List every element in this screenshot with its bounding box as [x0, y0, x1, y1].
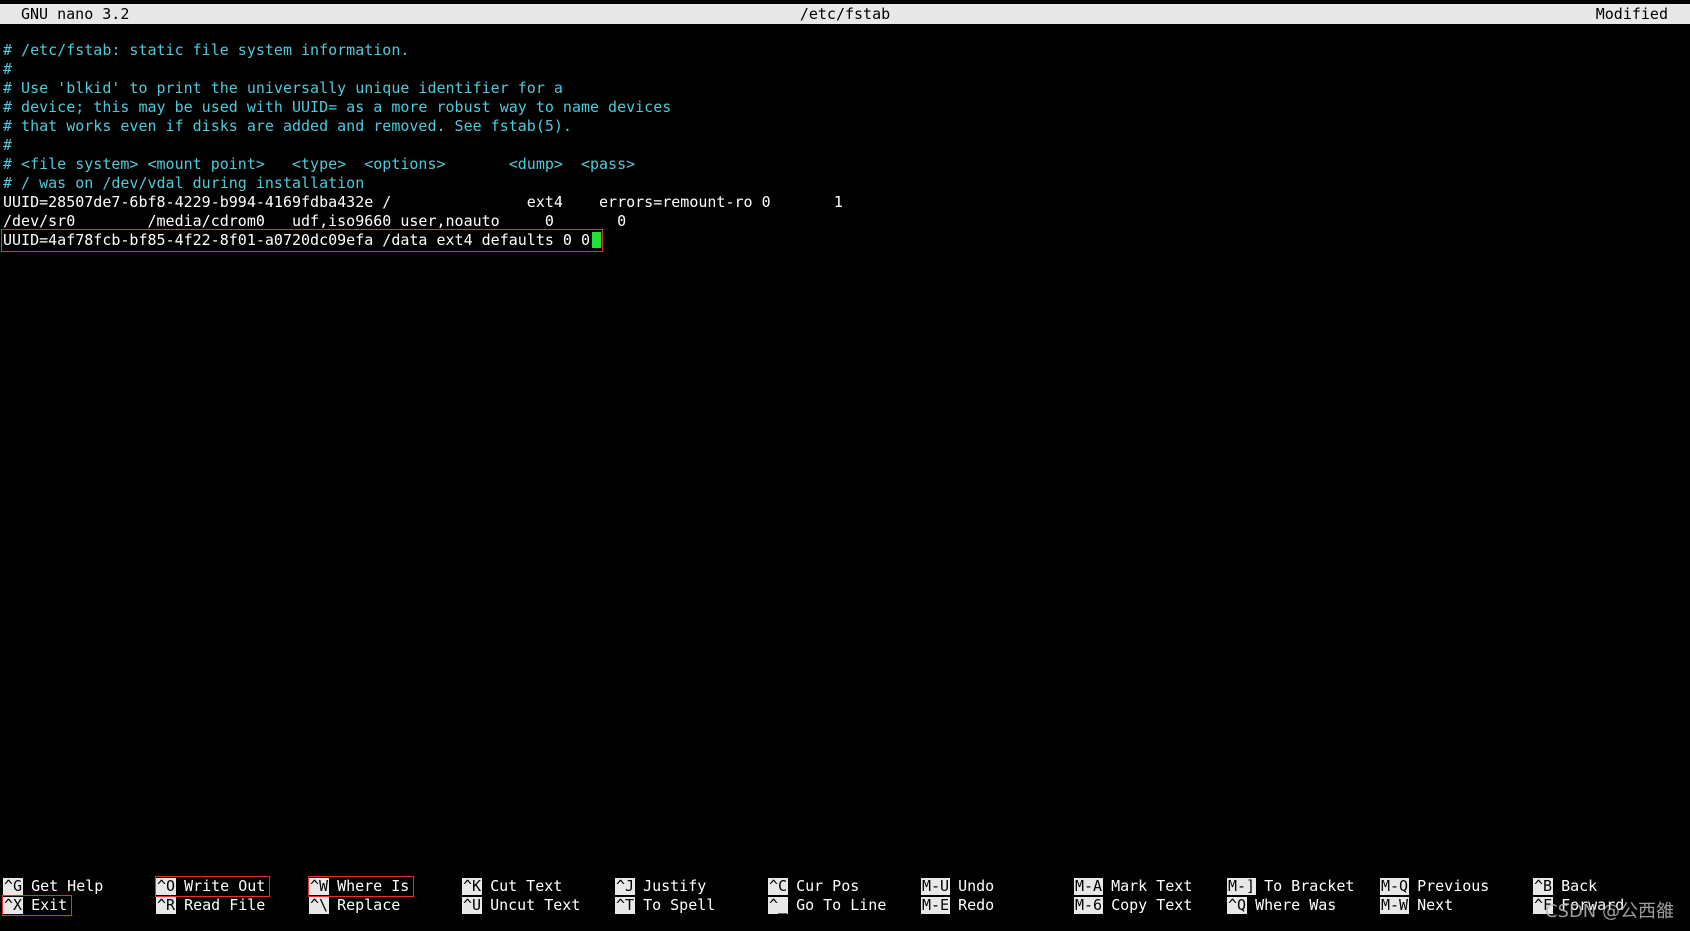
- text-cursor: [592, 232, 601, 248]
- shortcut-key: ^_: [768, 896, 789, 914]
- shortcut-key: ^O: [156, 877, 177, 895]
- editor-line[interactable]: #: [3, 60, 1683, 79]
- shortcut-key: M-A: [1074, 877, 1104, 895]
- shortcut-where-was[interactable]: ^Q Where Was: [1227, 896, 1379, 915]
- title-bar: /etc/fstab GNU nano 3.2 Modified: [0, 4, 1690, 24]
- shortcut-where-is[interactable]: ^W Where Is: [307, 876, 415, 897]
- shortcut-next[interactable]: M-W Next: [1380, 896, 1532, 915]
- shortcut-write-out[interactable]: ^O Write Out: [154, 876, 271, 897]
- shortcut-key: ^T: [615, 896, 636, 914]
- shortcut-justify[interactable]: ^J Justify: [615, 877, 767, 896]
- shortcut-label: Previous: [1417, 877, 1490, 895]
- shortcut-label: Redo: [958, 896, 995, 914]
- shortcut-column: M-U Undo M-E Redo: [921, 877, 1073, 915]
- editor-line-current[interactable]: UUID=4af78fcb-bf85-4f22-8f01-a0720dc09ef…: [1, 229, 1683, 252]
- shortcut-cut-text[interactable]: ^K Cut Text: [462, 877, 614, 896]
- shortcut-column: M-Q Previous M-W Next: [1380, 877, 1532, 915]
- shortcut-back[interactable]: ^B Back: [1533, 877, 1685, 896]
- editor-line[interactable]: /dev/sr0 /media/cdrom0 udf,iso9660 user,…: [3, 212, 1683, 231]
- shortcut-to-spell[interactable]: ^T To Spell: [615, 896, 767, 915]
- shortcut-key: ^J: [615, 877, 636, 895]
- shortcut-key: ^B: [1533, 877, 1554, 895]
- shortcut-key: ^W: [309, 877, 330, 895]
- shortcut-key: ^Q: [1227, 896, 1248, 914]
- shortcut-key: ^G: [3, 877, 24, 895]
- shortcut-label: Cut Text: [490, 877, 563, 895]
- shortcut-copy-text[interactable]: M-6 Copy Text: [1074, 896, 1226, 915]
- shortcut-label: Exit: [31, 896, 68, 914]
- csdn-watermark: CSDN @公西雒: [1544, 901, 1674, 922]
- shortcut-key: M-W: [1380, 896, 1410, 914]
- shortcut-uncut-text[interactable]: ^U Uncut Text: [462, 896, 614, 915]
- shortcut-key: ^\: [309, 896, 330, 914]
- shortcut-label: Justify: [643, 877, 707, 895]
- shortcut-label: Next: [1417, 896, 1454, 914]
- shortcut-key: ^C: [768, 877, 789, 895]
- shortcut-label: Where Was: [1255, 896, 1337, 914]
- shortcut-label: Read File: [184, 896, 266, 914]
- shortcut-key: ^X: [3, 896, 24, 914]
- shortcut-to-bracket[interactable]: M-] To Bracket: [1227, 877, 1379, 896]
- shortcut-key: M-U: [921, 877, 951, 895]
- new-fstab-entry[interactable]: UUID=4af78fcb-bf85-4f22-8f01-a0720dc09ef…: [3, 231, 590, 249]
- shortcut-key: M-Q: [1380, 877, 1410, 895]
- shortcut-label: Where Is: [337, 877, 410, 895]
- modified-status: Modified: [1595, 5, 1668, 23]
- shortcut-column: ^W Where Is ^\ Replace: [307, 876, 461, 915]
- shortcut-mark-text[interactable]: M-A Mark Text: [1074, 877, 1226, 896]
- highlighted-new-entry[interactable]: UUID=4af78fcb-bf85-4f22-8f01-a0720dc09ef…: [1, 229, 603, 252]
- shortcut-column: ^C Cur Pos ^_ Go To Line: [768, 877, 920, 915]
- editor-line[interactable]: # Use 'blkid' to print the universally u…: [3, 79, 1683, 98]
- shortcut-label: To Spell: [643, 896, 716, 914]
- shortcut-label: Undo: [958, 877, 995, 895]
- shortcut-column: M-A Mark Text M-6 Copy Text: [1074, 877, 1226, 915]
- editor-line[interactable]: # /etc/fstab: static file system informa…: [3, 41, 1683, 60]
- shortcut-undo[interactable]: M-U Undo: [921, 877, 1073, 896]
- shortcut-label: Cur Pos: [796, 877, 860, 895]
- editor-line[interactable]: # device; this may be used with UUID= as…: [3, 98, 1683, 117]
- shortcut-key: M-E: [921, 896, 951, 914]
- shortcut-label: Mark Text: [1111, 877, 1193, 895]
- shortcut-read-file[interactable]: ^R Read File: [156, 896, 308, 915]
- shortcut-redo[interactable]: M-E Redo: [921, 896, 1073, 915]
- shortcut-replace[interactable]: ^\ Replace: [309, 896, 461, 915]
- shortcut-label: To Bracket: [1264, 877, 1355, 895]
- shortcut-key: ^R: [156, 896, 177, 914]
- shortcut-column: ^G Get Help ^X Exit: [1, 877, 155, 916]
- editor-line[interactable]: #: [3, 136, 1683, 155]
- shortcut-label: Back: [1561, 877, 1598, 895]
- shortcut-previous[interactable]: M-Q Previous: [1380, 877, 1532, 896]
- shortcut-column: M-] To Bracket ^Q Where Was: [1227, 877, 1379, 915]
- shortcut-label: Uncut Text: [490, 896, 581, 914]
- shortcut-key: M-]: [1227, 877, 1257, 895]
- shortcut-label: Get Help: [31, 877, 104, 895]
- shortcut-exit[interactable]: ^X Exit: [1, 895, 73, 916]
- shortcut-cur-pos[interactable]: ^C Cur Pos: [768, 877, 920, 896]
- shortcut-column: ^K Cut Text ^U Uncut Text: [462, 877, 614, 915]
- shortcut-get-help[interactable]: ^G Get Help: [3, 877, 155, 896]
- shortcut-key: ^K: [462, 877, 483, 895]
- editor-line[interactable]: # <file system> <mount point> <type> <op…: [3, 155, 1683, 174]
- shortcut-column: ^O Write Out ^R Read File: [154, 876, 308, 915]
- shortcut-go-to-line[interactable]: ^_ Go To Line: [768, 896, 920, 915]
- text-editor-area[interactable]: # /etc/fstab: static file system informa…: [1, 41, 1683, 252]
- shortcut-label: Go To Line: [796, 896, 887, 914]
- app-version: GNU nano 3.2: [21, 5, 130, 23]
- shortcut-label: Copy Text: [1111, 896, 1193, 914]
- editor-line[interactable]: UUID=28507de7-6bf8-4229-b994-4169fdba432…: [3, 193, 1683, 212]
- shortcut-bar: ^G Get Help ^X Exit ^O Write Out ^R Read Fil…: [0, 876, 1690, 917]
- editor-line[interactable]: # / was on /dev/vdal during installation: [3, 174, 1683, 193]
- shortcut-label: Write Out: [184, 877, 266, 895]
- shortcut-column: ^J Justify ^T To Spell: [615, 877, 767, 915]
- file-name: /etc/fstab: [799, 5, 891, 23]
- shortcut-key: ^U: [462, 896, 483, 914]
- shortcut-label: Replace: [337, 896, 401, 914]
- editor-line[interactable]: # that works even if disks are added and…: [3, 117, 1683, 136]
- shortcut-key: M-6: [1074, 896, 1104, 914]
